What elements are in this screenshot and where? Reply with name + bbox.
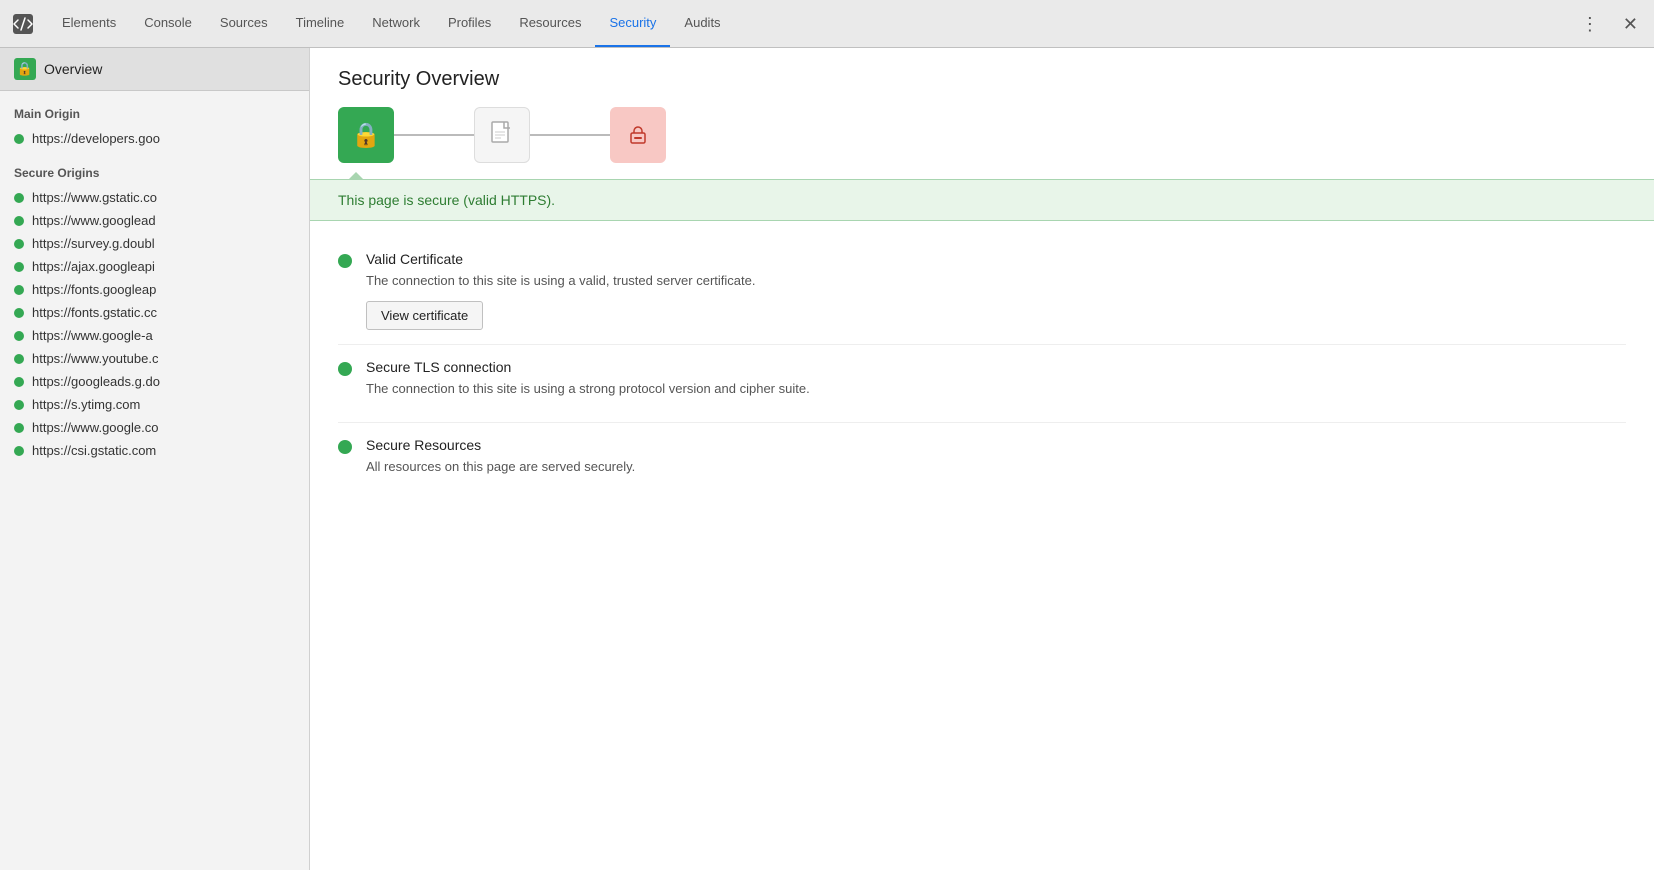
tab-console[interactable]: Console <box>130 0 206 47</box>
origin-url: https://ajax.googleapi <box>32 259 155 274</box>
sidebar-item-origin[interactable]: https://www.google-a <box>0 324 309 347</box>
origin-url: https://www.google.co <box>32 420 158 435</box>
origins-list: https://www.gstatic.co https://www.google… <box>0 186 309 462</box>
origin-url: https://fonts.googleap <box>32 282 156 297</box>
insecure-lock-icon <box>610 107 666 163</box>
sidebar-item-origin[interactable]: https://www.gstatic.co <box>0 186 309 209</box>
security-item-content-certificate: Valid Certificate The connection to this … <box>366 251 1626 330</box>
green-dot <box>14 193 24 203</box>
green-dot <box>338 254 352 268</box>
green-dot <box>14 446 24 456</box>
main-layout: 🔒 Overview Main Origin https://developer… <box>0 48 1654 870</box>
origin-url: https://www.youtube.c <box>32 351 158 366</box>
origin-url: https://www.googlead <box>32 213 156 228</box>
green-dot <box>14 400 24 410</box>
sidebar-item-origin[interactable]: https://fonts.googleap <box>0 278 309 301</box>
sidebar-item-origin[interactable]: https://s.ytimg.com <box>0 393 309 416</box>
tab-resources[interactable]: Resources <box>505 0 595 47</box>
security-item-title-resources: Secure Resources <box>366 437 1626 453</box>
tab-profiles[interactable]: Profiles <box>434 0 505 47</box>
security-item-certificate: Valid Certificate The connection to this … <box>338 237 1626 345</box>
origin-url: https://www.gstatic.co <box>32 190 157 205</box>
sidebar-item-origin[interactable]: https://survey.g.doubl <box>0 232 309 255</box>
tab-network[interactable]: Network <box>358 0 434 47</box>
green-dot <box>338 362 352 376</box>
toolbar: ElementsConsoleSourcesTimelineNetworkPro… <box>0 0 1654 48</box>
security-diagram: 🔒 <box>310 107 1654 179</box>
tab-bar: ElementsConsoleSourcesTimelineNetworkPro… <box>48 0 1573 47</box>
green-dot <box>14 423 24 433</box>
secure-origins-heading: Secure Origins <box>0 150 309 186</box>
green-dot <box>14 285 24 295</box>
sidebar-item-main-origin[interactable]: https://developers.goo <box>0 127 309 150</box>
origin-url: https://csi.gstatic.com <box>32 443 156 458</box>
secure-banner: This page is secure (valid HTTPS). <box>310 179 1654 221</box>
security-item-desc-resources: All resources on this page are served se… <box>366 457 1626 477</box>
tab-timeline[interactable]: Timeline <box>282 0 359 47</box>
green-dot <box>14 239 24 249</box>
close-button[interactable]: ✕ <box>1615 11 1646 37</box>
lock-icon: 🔒 <box>14 58 36 80</box>
green-dot <box>14 377 24 387</box>
main-origin-heading: Main Origin <box>0 91 309 127</box>
green-dot <box>14 331 24 341</box>
origin-url: https://s.ytimg.com <box>32 397 140 412</box>
security-item-resources: Secure Resources All resources on this pa… <box>338 423 1626 501</box>
origin-url: https://survey.g.doubl <box>32 236 155 251</box>
green-dot <box>14 134 24 144</box>
sidebar-item-origin[interactable]: https://ajax.googleapi <box>0 255 309 278</box>
diag-line-1 <box>394 134 474 136</box>
tab-sources[interactable]: Sources <box>206 0 282 47</box>
security-item-content-resources: Secure Resources All resources on this pa… <box>366 437 1626 487</box>
document-icon <box>474 107 530 163</box>
tab-security[interactable]: Security <box>595 0 670 47</box>
content-area: Security Overview 🔒 <box>310 48 1654 870</box>
security-item-desc-certificate: The connection to this site is using a v… <box>366 271 1626 291</box>
sidebar-item-origin[interactable]: https://fonts.gstatic.cc <box>0 301 309 324</box>
page-title: Security Overview <box>310 48 1654 107</box>
origin-url: https://googleads.g.do <box>32 374 160 389</box>
origin-url: https://www.google-a <box>32 328 153 343</box>
origin-url: https://fonts.gstatic.cc <box>32 305 157 320</box>
sidebar: 🔒 Overview Main Origin https://developer… <box>0 48 310 870</box>
secure-lock-icon: 🔒 <box>338 107 394 163</box>
green-dot <box>338 440 352 454</box>
security-item-tls: Secure TLS connection The connection to t… <box>338 345 1626 424</box>
sidebar-item-origin[interactable]: https://www.googlead <box>0 209 309 232</box>
overview-label: Overview <box>44 61 102 77</box>
sidebar-item-origin[interactable]: https://googleads.g.do <box>0 370 309 393</box>
green-dot <box>14 354 24 364</box>
green-dot <box>14 216 24 226</box>
sidebar-item-overview[interactable]: 🔒 Overview <box>0 48 309 91</box>
security-item-desc-tls: The connection to this site is using a s… <box>366 379 1626 399</box>
devtools-logo <box>8 9 38 39</box>
sidebar-item-origin[interactable]: https://www.youtube.c <box>0 347 309 370</box>
security-item-content-tls: Secure TLS connection The connection to t… <box>366 359 1626 409</box>
toolbar-right: ⋮ ✕ <box>1573 11 1646 37</box>
main-origin-url: https://developers.goo <box>32 131 160 146</box>
security-item-title-tls: Secure TLS connection <box>366 359 1626 375</box>
green-dot <box>14 262 24 272</box>
diag-line-2 <box>530 134 610 136</box>
security-items: Valid Certificate The connection to this … <box>310 221 1654 517</box>
sidebar-item-origin[interactable]: https://www.google.co <box>0 416 309 439</box>
more-button[interactable]: ⋮ <box>1573 11 1607 37</box>
tab-elements[interactable]: Elements <box>48 0 130 47</box>
view-certificate-button[interactable]: View certificate <box>366 301 483 330</box>
tab-audits[interactable]: Audits <box>670 0 734 47</box>
secure-message: This page is secure (valid HTTPS). <box>338 192 555 208</box>
sidebar-item-origin[interactable]: https://csi.gstatic.com <box>0 439 309 462</box>
security-item-title-certificate: Valid Certificate <box>366 251 1626 267</box>
green-dot <box>14 308 24 318</box>
